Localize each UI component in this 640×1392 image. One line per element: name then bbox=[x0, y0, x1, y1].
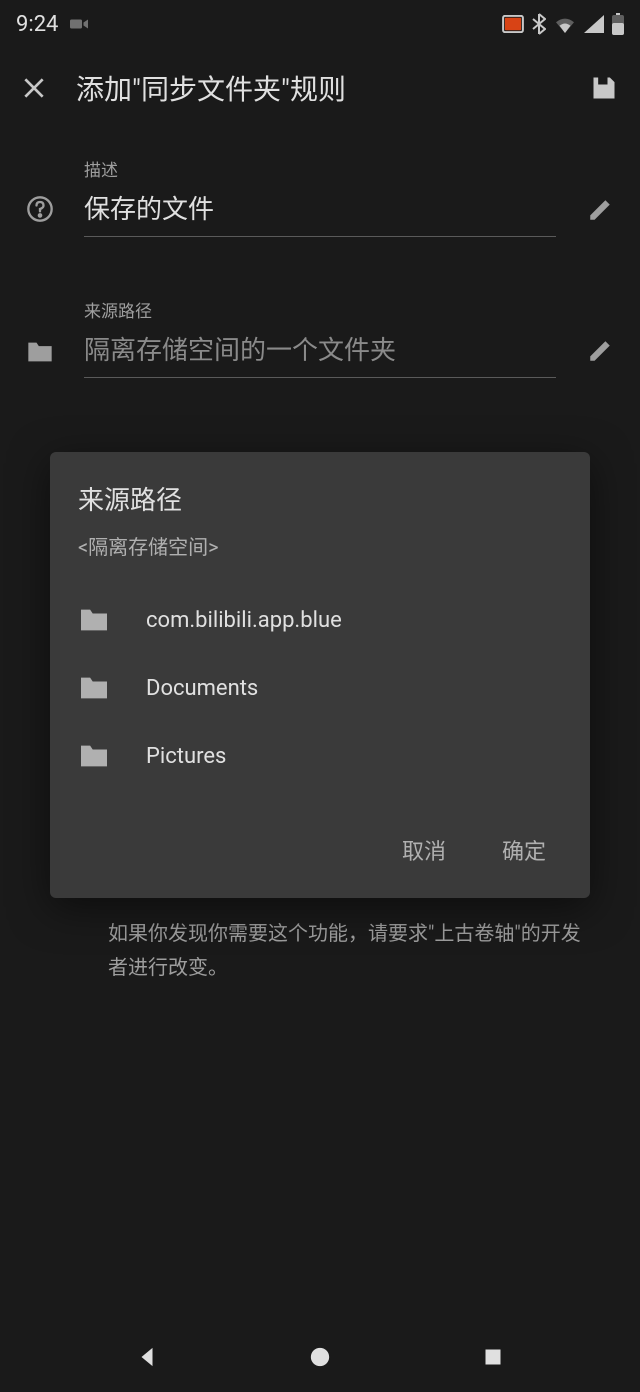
dialog-scrim[interactable]: 来源路径 <隔离存储空间> com.bilibili.app.blue Docu… bbox=[0, 0, 640, 1392]
home-button[interactable] bbox=[305, 1342, 335, 1372]
folder-icon bbox=[78, 604, 110, 636]
dialog-title: 来源路径 bbox=[50, 480, 590, 531]
nav-bar bbox=[0, 1322, 640, 1392]
folder-name: com.bilibili.app.blue bbox=[146, 608, 342, 633]
source-path-dialog: 来源路径 <隔离存储空间> com.bilibili.app.blue Docu… bbox=[50, 452, 590, 898]
folder-item[interactable]: Pictures bbox=[50, 722, 590, 790]
folder-item[interactable]: Documents bbox=[50, 654, 590, 722]
folder-icon bbox=[78, 672, 110, 704]
dialog-actions: 取消 确定 bbox=[50, 798, 590, 890]
folder-name: Documents bbox=[146, 676, 258, 701]
back-button[interactable] bbox=[132, 1342, 162, 1372]
folder-name: Pictures bbox=[146, 744, 226, 769]
cancel-button[interactable]: 取消 bbox=[394, 828, 454, 872]
confirm-button[interactable]: 确定 bbox=[494, 828, 554, 872]
dialog-subtitle: <隔离存储空间> bbox=[50, 531, 590, 578]
folder-icon bbox=[78, 740, 110, 772]
recent-button[interactable] bbox=[478, 1342, 508, 1372]
folder-list: com.bilibili.app.blue Documents Pictures bbox=[50, 578, 590, 798]
folder-item[interactable]: com.bilibili.app.blue bbox=[50, 586, 590, 654]
